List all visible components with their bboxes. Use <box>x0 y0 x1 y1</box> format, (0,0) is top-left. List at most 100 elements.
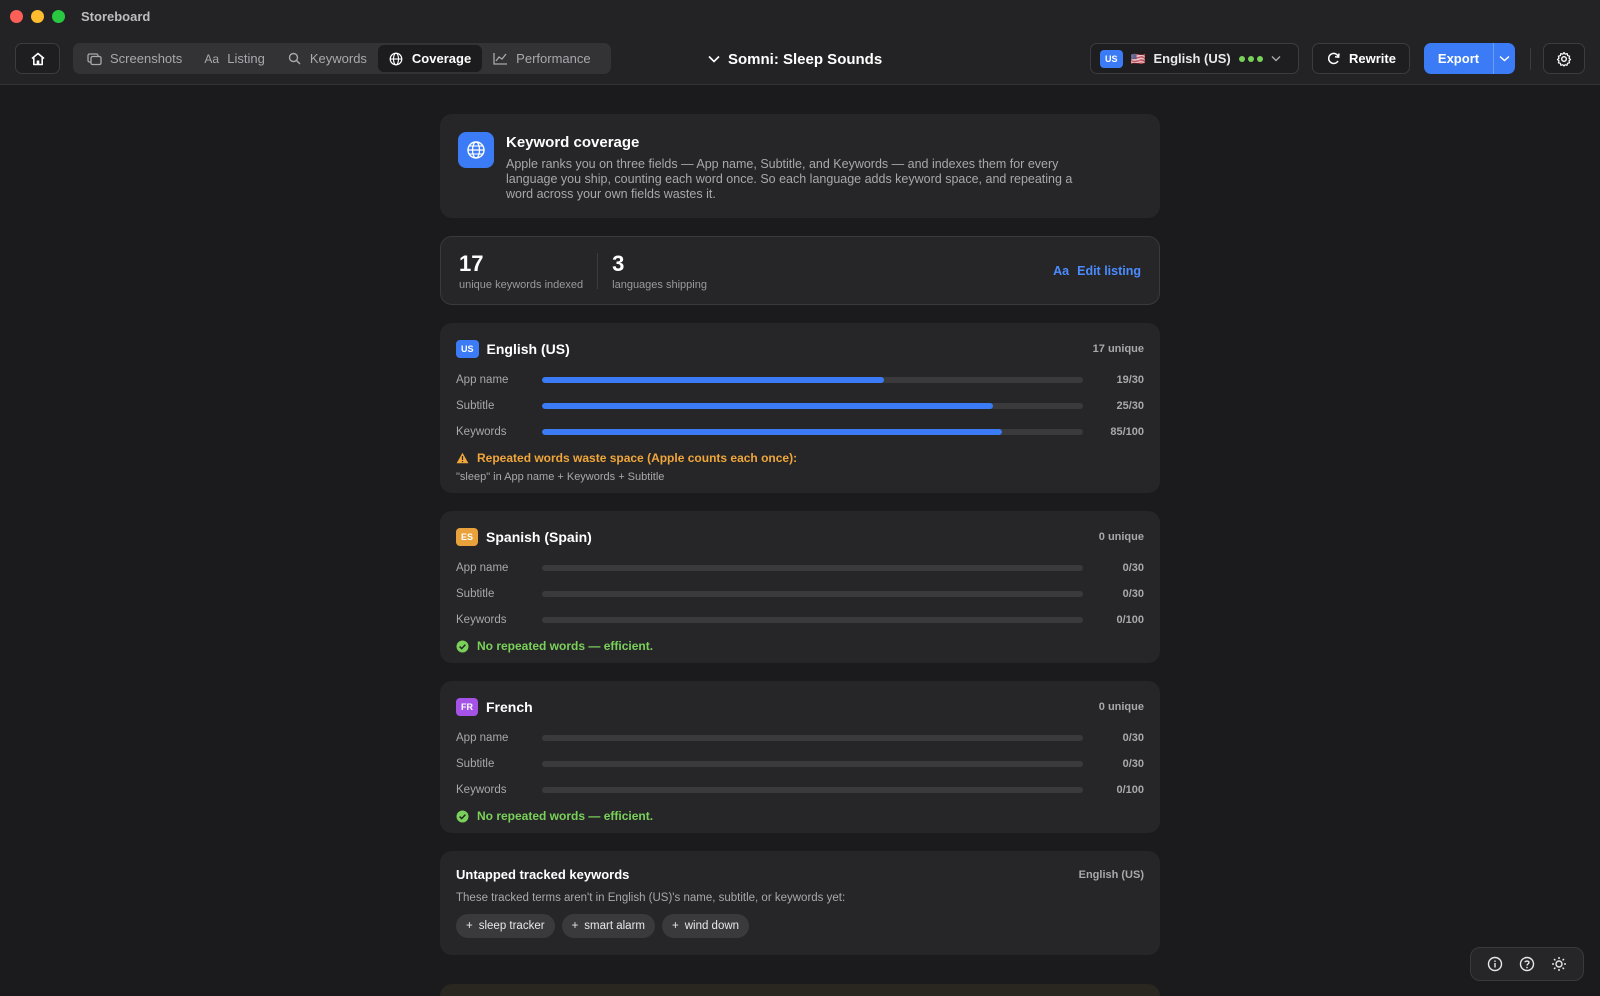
language-card-header: FR French 0 unique <box>456 697 1144 717</box>
unique-keywords-stat: 17 unique keywords indexed <box>459 251 583 291</box>
language-card-french: FR French 0 unique App name 0/30 Subtitl… <box>440 681 1160 833</box>
rewrite-button[interactable]: Rewrite <box>1312 43 1410 74</box>
tab-listing[interactable]: Aa Listing <box>193 45 276 72</box>
stat-value: 17 <box>459 250 484 276</box>
field-label: Subtitle <box>456 758 495 770</box>
field-row-keywords: Keywords 85/100 <box>456 419 1144 445</box>
language-name: Spanish (Spain) <box>486 529 592 545</box>
project-name: Somni: Sleep Sounds <box>728 50 883 68</box>
field-label: Subtitle <box>456 588 495 600</box>
language-card-header: ES Spanish (Spain) 0 unique <box>456 527 1144 547</box>
home-button[interactable] <box>15 43 60 74</box>
screenshots-icon <box>87 51 102 66</box>
chip-label: sleep tracker <box>478 920 545 932</box>
language-code-badge: US <box>1100 49 1123 68</box>
repeated-words-warning: Repeated words waste space (Apple counts… <box>456 451 1144 465</box>
stat-label: unique keywords indexed <box>459 278 584 291</box>
intro-title: Keyword coverage <box>506 134 640 151</box>
tab-label: Screenshots <box>110 51 183 66</box>
stat-label: languages shipping <box>612 278 707 291</box>
untapped-title: Untapped tracked keywords <box>456 867 630 882</box>
language-code-badge: US <box>456 340 479 358</box>
coverage-page: Keyword coverage Apple ranks you on thre… <box>440 114 1160 973</box>
settings-button[interactable] <box>1543 43 1585 74</box>
efficiency-note: No repeated words — efficient. <box>456 809 1144 823</box>
usage-bar <box>542 565 1083 571</box>
field-count: 0/30 <box>1122 562 1144 574</box>
field-label: Keywords <box>456 426 507 438</box>
tab-screenshots[interactable]: Screenshots <box>76 45 193 72</box>
note-text: No repeated words — efficient. <box>477 639 654 653</box>
add-keyword-chip[interactable]: + wind down <box>661 914 750 938</box>
check-circle-icon <box>456 640 469 652</box>
untapped-language: English (US) <box>1078 868 1144 881</box>
edit-listing-link[interactable]: Aa Edit listing <box>1053 264 1141 278</box>
tab-performance[interactable]: Performance <box>482 45 601 72</box>
plus-icon: + <box>671 920 679 932</box>
search-icon <box>287 51 302 66</box>
usage-bar-fill <box>542 403 993 409</box>
sun-icon[interactable] <box>1551 956 1567 972</box>
language-name: English (US) <box>486 341 570 357</box>
usage-bar <box>542 429 1083 435</box>
info-icon[interactable] <box>1487 956 1503 972</box>
gear-icon <box>1556 51 1572 67</box>
usage-bar <box>542 735 1083 741</box>
text-aa-icon: Aa <box>1053 263 1070 278</box>
tab-coverage[interactable]: Coverage <box>377 45 483 72</box>
language-card-header: US English (US) 17 unique <box>456 339 1144 359</box>
tab-label: Listing <box>227 51 265 66</box>
chevron-down-icon <box>1499 55 1510 62</box>
usage-bar <box>542 617 1083 623</box>
globe-icon <box>389 51 404 66</box>
language-code-badge: ES <box>456 528 479 546</box>
field-count: 19/30 <box>1116 374 1144 386</box>
next-card-partial <box>440 984 1160 996</box>
language-name: French <box>486 699 533 715</box>
warning-text: Repeated words waste space (Apple counts… <box>477 451 798 465</box>
minimize-window-button[interactable] <box>31 9 44 23</box>
close-window-button[interactable] <box>10 9 23 23</box>
export-menu-button[interactable] <box>1493 43 1515 74</box>
project-switcher[interactable]: Somni: Sleep Sounds <box>708 48 882 70</box>
warning-icon <box>456 452 469 464</box>
refresh-icon <box>1327 52 1340 65</box>
field-row-subtitle: Subtitle 0/30 <box>456 751 1144 777</box>
add-keyword-chip[interactable]: + smart alarm <box>561 914 655 938</box>
tab-label: Keywords <box>309 51 367 66</box>
export-button[interactable]: Export <box>1424 43 1515 74</box>
usage-bar <box>542 761 1083 767</box>
chart-line-icon <box>493 51 508 66</box>
help-icon[interactable] <box>1519 956 1535 972</box>
zoom-window-button[interactable] <box>52 9 65 23</box>
intro-card: Keyword coverage Apple ranks you on thre… <box>440 114 1160 218</box>
usage-bar-fill <box>542 429 1002 435</box>
field-row-app-name: App name 0/30 <box>456 555 1144 581</box>
usage-bar <box>542 787 1083 793</box>
usage-bar-fill <box>542 377 885 383</box>
title-bar: Storeboard <box>0 0 1600 32</box>
field-count: 85/100 <box>1110 426 1144 438</box>
edit-listing-label: Edit listing <box>1077 263 1141 278</box>
tab-keywords[interactable]: Keywords <box>276 45 378 72</box>
field-count: 25/30 <box>1116 400 1144 412</box>
text-aa-icon: Aa <box>204 51 220 66</box>
plus-icon: + <box>466 920 473 932</box>
language-code-badge: FR <box>456 698 478 716</box>
field-row-subtitle: Subtitle 25/30 <box>456 393 1144 419</box>
field-row-keywords: Keywords 0/100 <box>456 607 1144 633</box>
language-card-english: US English (US) 17 unique App name 19/30… <box>440 323 1160 493</box>
field-label: App name <box>456 732 509 744</box>
field-label: Keywords <box>456 784 507 796</box>
rewrite-label: Rewrite <box>1349 51 1396 66</box>
field-row-app-name: App name 0/30 <box>456 725 1144 751</box>
keyword-chips: + sleep tracker + smart alarm + wind dow… <box>456 914 1144 938</box>
add-keyword-chip[interactable]: + sleep tracker <box>456 914 555 938</box>
language-label: English (US) <box>1153 51 1231 66</box>
note-text: No repeated words — efficient. <box>477 809 654 823</box>
plus-icon: + <box>571 920 579 932</box>
us-flag-icon: 🇺🇸 <box>1130 51 1146 66</box>
language-selector[interactable]: US 🇺🇸 English (US) <box>1090 43 1299 74</box>
stat-value: 3 <box>612 250 625 276</box>
efficiency-note: No repeated words — efficient. <box>456 639 1144 653</box>
